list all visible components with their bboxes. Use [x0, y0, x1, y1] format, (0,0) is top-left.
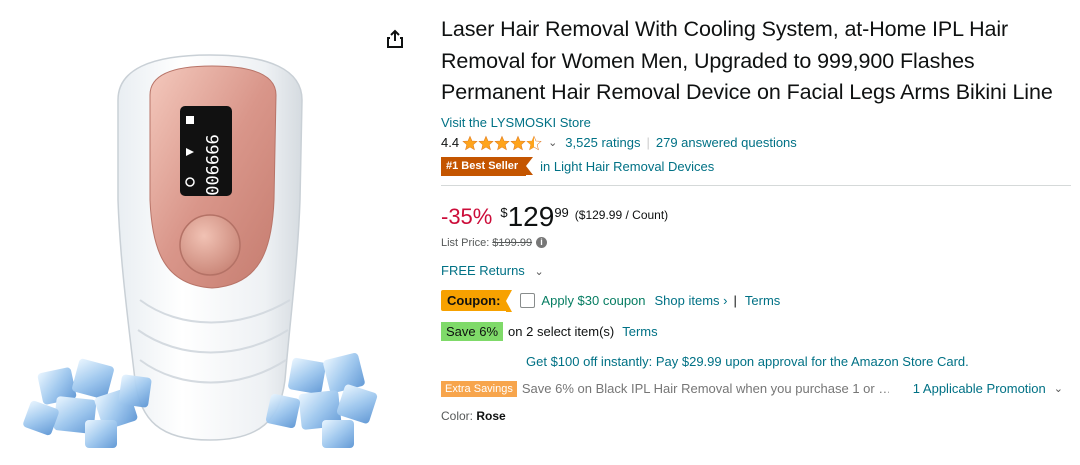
applicable-promotion-link[interactable]: 1 Applicable Promotion	[913, 381, 1046, 396]
extra-savings-text: Save 6% on Black IPL Hair Removal when y…	[521, 381, 889, 396]
free-returns-link[interactable]: FREE Returns	[441, 263, 525, 278]
coupon-checkbox[interactable]	[520, 293, 536, 308]
divider	[441, 184, 1071, 186]
extra-savings-badge: Extra Savings	[441, 380, 517, 397]
separator: |	[646, 135, 650, 150]
star-half-icon	[526, 135, 542, 150]
best-seller-badge: #1 Best Seller	[441, 157, 534, 176]
ratings-count-link[interactable]: 3,525 ratings	[565, 135, 640, 150]
price-currency: $	[500, 204, 508, 220]
star-full-icon	[494, 135, 510, 150]
star-full-icon	[462, 135, 478, 150]
device-display-digits: 999900	[201, 134, 221, 195]
star-full-icon	[510, 135, 526, 150]
star-full-icon	[478, 135, 494, 150]
discount-percent: -35%	[441, 203, 493, 229]
price-per-unit: ($129.99 / Count)	[574, 207, 669, 222]
store-card-offer[interactable]: Get $100 off instantly: Pay $29.99 upon …	[526, 354, 1071, 369]
store-link[interactable]: Visit the LYSMOSKI Store	[441, 115, 1071, 130]
save-row: Save 6% on 2 select item(s) Terms	[441, 322, 1071, 342]
product-image[interactable]: 999900	[0, 0, 430, 460]
best-seller-category-link[interactable]: in Light Hair Removal Devices	[540, 159, 714, 174]
product-image-graphic: 999900	[23, 54, 378, 448]
price-whole: 129	[507, 200, 555, 232]
promotion-chevron-down-icon[interactable]: ⌄	[1054, 382, 1063, 395]
best-seller-row: #1 Best Seller in Light Hair Removal Dev…	[441, 157, 1071, 177]
save-text: on 2 select item(s)	[508, 324, 615, 339]
info-icon[interactable]: i	[536, 237, 548, 248]
product-info: Laser Hair Removal With Cooling System, …	[441, 14, 1071, 423]
separator: |	[733, 293, 737, 308]
rating-chevron-down-icon[interactable]: ⌄	[548, 136, 557, 149]
coupon-row: Coupon: Apply $30 coupon Shop items › | …	[441, 290, 1071, 312]
color-value: Rose	[476, 408, 506, 423]
rating-value: 4.4	[441, 135, 460, 150]
answered-questions-link[interactable]: 279 answered questions	[656, 135, 797, 150]
save-badge: Save 6%	[441, 322, 504, 341]
list-price-label: List Price:	[441, 236, 490, 249]
rating-stars[interactable]	[462, 135, 542, 151]
share-icon[interactable]	[384, 28, 406, 50]
save-terms-link[interactable]: Terms	[622, 324, 657, 339]
color-label: Color:	[441, 408, 474, 423]
color-row: Color: Rose	[441, 409, 1071, 423]
free-returns[interactable]: FREE Returns ⌄	[441, 263, 1071, 278]
price-fraction: 99	[554, 204, 569, 220]
product-title: Laser Hair Removal With Cooling System, …	[441, 17, 1053, 104]
list-price-row: List Price: $199.99 i	[441, 237, 1071, 249]
shop-items-link[interactable]: Shop items ›	[655, 293, 728, 308]
extra-savings-row: Extra Savings Save 6% on Black IPL Hair …	[441, 379, 1071, 399]
rating-row: 4.4 ⌄ 3,525 ratings | 279 answered quest…	[441, 134, 1071, 152]
apply-coupon-label[interactable]: Apply $30 coupon	[541, 293, 645, 308]
coupon-badge: Coupon:	[441, 290, 513, 312]
list-price-value: $199.99	[492, 236, 533, 249]
returns-chevron-down-icon[interactable]: ⌄	[534, 266, 543, 278]
price-row: -35% $ 129 99 ($129.99 / Count)	[441, 200, 1071, 236]
coupon-terms-link[interactable]: Terms	[745, 293, 780, 308]
